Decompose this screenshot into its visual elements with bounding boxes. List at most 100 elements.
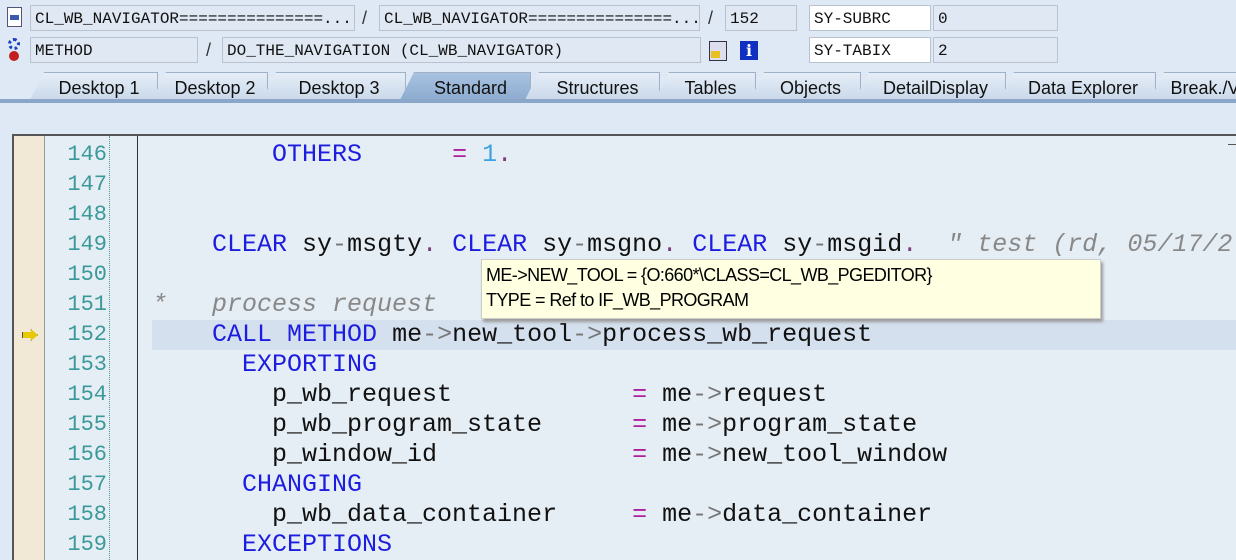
code-line[interactable]: 153 EXPORTING — [14, 350, 1236, 380]
sy-subrc-value-field[interactable]: 0 — [933, 5, 1058, 31]
code-text: OTHERS = 1. — [152, 140, 512, 170]
code-token: " test (rd, 05/17/2 — [917, 230, 1233, 259]
code-line[interactable]: 156 p_window_id = me->new_tool_window — [14, 440, 1236, 470]
event-type-field[interactable]: METHOD — [30, 37, 198, 63]
code-token: CLEAR — [692, 230, 768, 259]
variable-tooltip: ME->NEW_TOOL = {O:660*\CLASS=CL_WB_PGEDI… — [481, 259, 1101, 319]
line-number: 149 — [67, 232, 107, 257]
code-token: -> — [422, 320, 453, 349]
code-token: CALL — [212, 320, 273, 349]
code-text: * process request — [152, 290, 437, 320]
code-token: = — [452, 140, 468, 169]
line-number: 154 — [67, 382, 107, 407]
code-token: - — [812, 230, 828, 259]
tab-tables[interactable]: Tables — [655, 72, 756, 100]
line-number: 155 — [67, 412, 107, 437]
code-token: = — [632, 440, 648, 469]
code-token: OTHERS — [272, 140, 363, 169]
tab-break-v[interactable]: Break./V — [1150, 72, 1236, 100]
code-token: CLEAR — [212, 230, 288, 259]
code-line[interactable]: 155 p_wb_program_state = me->program_sta… — [14, 410, 1236, 440]
code-line[interactable]: 148 — [14, 200, 1236, 230]
scrollbar[interactable] — [1228, 144, 1236, 175]
code-token: - — [332, 230, 348, 259]
code-token: -> — [692, 380, 723, 409]
code-editor[interactable]: 146 OTHERS = 1. 147 148 149 CLEAR sy-msgty.… — [12, 134, 1236, 560]
code-token: . — [422, 230, 438, 259]
tab-structures[interactable]: Structures — [525, 72, 660, 100]
code-line[interactable]: 149 CLEAR sy-msgty. CLEAR sy-msgno. CLEA… — [14, 230, 1236, 260]
code-token: p_wb_data_container — [152, 500, 633, 529]
tab-desktop-3[interactable]: Desktop 3 — [262, 72, 406, 100]
code-line[interactable]: 154 p_wb_request = me->request — [14, 380, 1236, 410]
tab-standard[interactable]: Standard — [400, 72, 531, 100]
tooltip-type: TYPE = Ref to IF_WB_PROGRAM — [486, 290, 749, 310]
separator: / — [206, 40, 212, 60]
code-token: -> — [692, 440, 723, 469]
code-token: -> — [572, 320, 603, 349]
code-token: me — [647, 410, 693, 439]
line-number: 156 — [67, 442, 107, 467]
code-text: p_window_id = me->new_tool_window — [152, 440, 947, 470]
include-field[interactable]: CL_WB_NAVIGATOR===============... — [379, 5, 700, 31]
tooltip-value: ME->NEW_TOOL = {O:660*\CLASS=CL_WB_PGEDI… — [486, 265, 933, 285]
line-number: 153 — [67, 352, 107, 377]
code-token: * process request — [152, 290, 438, 319]
line-number: 148 — [67, 202, 107, 227]
code-text: p_wb_data_container = me->data_container — [152, 500, 932, 530]
code-token: p_wb_request — [152, 380, 633, 409]
event-field[interactable]: DO_THE_NAVIGATION (CL_WB_NAVIGATOR) — [222, 37, 701, 63]
code-token: EXCEPTIONS — [242, 530, 393, 559]
sy-subrc-name-field[interactable]: SY-SUBRC — [809, 5, 931, 31]
tab-objects[interactable]: Objects — [750, 72, 861, 100]
code-token: me — [377, 320, 423, 349]
current-line-arrow-icon — [22, 329, 38, 341]
code-text: p_wb_program_state = me->program_state — [152, 410, 917, 440]
sy-tabix-value-field[interactable]: 2 — [933, 37, 1058, 63]
code-token: msgty — [347, 230, 423, 259]
line-number: 152 — [67, 322, 107, 347]
tab-desktop-1[interactable]: Desktop 1 — [30, 72, 158, 100]
code-token: sy — [767, 230, 813, 259]
method-gear-icon-small — [9, 51, 19, 61]
code-token: CLEAR — [452, 230, 528, 259]
code-token: = — [632, 500, 648, 529]
code-line[interactable]: 147 — [14, 170, 1236, 200]
sy-tabix-name-field[interactable]: SY-TABIX — [809, 37, 931, 63]
code-text: CLEAR sy-msgty. CLEAR sy-msgno. CLEAR sy… — [152, 230, 1232, 260]
code-token: CHANGING — [242, 470, 363, 499]
code-line[interactable]: 159 EXCEPTIONS — [14, 530, 1236, 560]
tab-detaildisplay[interactable]: DetailDisplay — [855, 72, 1006, 100]
program-icon — [7, 7, 22, 27]
program-field[interactable]: CL_WB_NAVIGATOR===============... — [30, 5, 355, 31]
info-icon[interactable]: i — [740, 41, 758, 60]
code-token: new_tool — [452, 320, 573, 349]
code-token: -> — [692, 500, 723, 529]
code-token: msgno — [587, 230, 663, 259]
code-text: CALL METHOD me->new_tool->process_wb_req… — [152, 320, 872, 350]
code-token: sy — [527, 230, 573, 259]
line-number: 147 — [67, 172, 107, 197]
line-number: 151 — [67, 292, 107, 317]
code-text: p_wb_request = me->request — [152, 380, 827, 410]
line-field[interactable]: 152 — [725, 5, 797, 31]
code-token: msgid — [827, 230, 903, 259]
code-token: me — [647, 380, 693, 409]
code-token: p_wb_program_state — [152, 410, 633, 439]
code-line[interactable]: 157 CHANGING — [14, 470, 1236, 500]
tab-data-explorer[interactable]: Data Explorer — [1000, 72, 1156, 100]
code-line[interactable]: 158 p_wb_data_container = me->data_conta… — [14, 500, 1236, 530]
code-token: process_wb_request — [602, 320, 873, 349]
code-line[interactable]: 146 OTHERS = 1. — [14, 140, 1236, 170]
line-number: 159 — [67, 532, 107, 557]
tab-desktop-2[interactable]: Desktop 2 — [152, 72, 268, 100]
code-token: METHOD — [287, 320, 378, 349]
code-line[interactable]: 152 CALL METHOD me->new_tool->process_wb… — [14, 320, 1236, 350]
navigate-source-icon[interactable] — [709, 41, 727, 61]
line-number: 158 — [67, 502, 107, 527]
